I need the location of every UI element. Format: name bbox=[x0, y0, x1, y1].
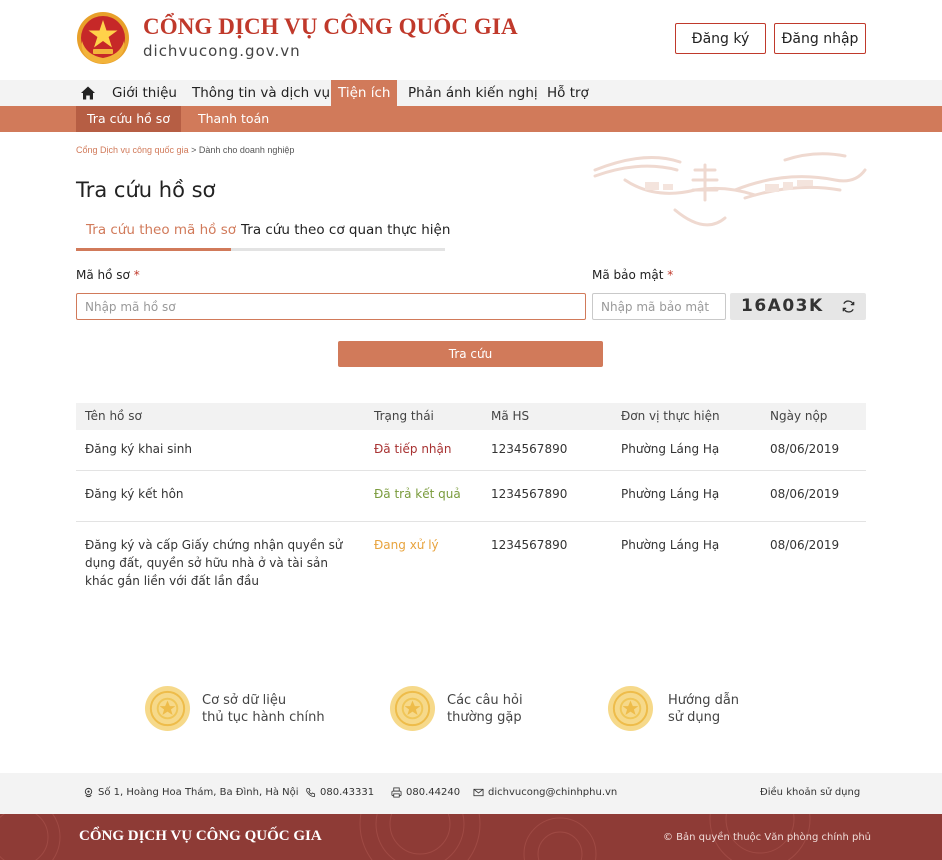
cell-date: 08/06/2019 bbox=[770, 538, 840, 552]
breadcrumb-home-link[interactable]: Cổng Dịch vụ công quốc gia bbox=[76, 145, 189, 155]
quick-link-text: Cơ sở dữ liệu thủ tục hành chính bbox=[202, 692, 325, 726]
status-badge: Đã trả kết quả bbox=[374, 487, 461, 501]
cell-date: 08/06/2019 bbox=[770, 442, 840, 456]
phone-icon bbox=[306, 787, 316, 798]
footer-brand: CỔNG DỊCH VỤ CÔNG QUỐC GIA bbox=[79, 828, 322, 844]
cell-name: Đăng ký và cấp Giấy chứng nhận quyền sử … bbox=[85, 538, 343, 588]
quick-link-user-guide[interactable]: Hướng dẫn sử dụng bbox=[607, 685, 757, 735]
email-icon bbox=[473, 788, 484, 797]
quick-link-procedures-db[interactable]: Cơ sở dữ liệu thủ tục hành chính bbox=[144, 685, 334, 735]
cell-code: 1234567890 bbox=[491, 538, 568, 552]
required-mark: * bbox=[667, 268, 674, 282]
nav-item-ho-tro[interactable]: Hỗ trợ bbox=[547, 80, 589, 106]
quick-link-text: Các câu hỏi thường gặp bbox=[447, 692, 523, 726]
nav-item-phan-anh-kien-nghi[interactable]: Phản ánh kiến nghị bbox=[408, 80, 538, 106]
fax-icon bbox=[391, 787, 402, 798]
quick-link-line1: Các câu hỏi bbox=[447, 693, 523, 708]
quick-link-line2: sử dụng bbox=[668, 710, 721, 725]
nav-item-gioi-thieu[interactable]: Giới thiệu bbox=[112, 80, 177, 106]
site-domain: dichvucong.gov.vn bbox=[143, 42, 301, 60]
captcha-code: 16A03K bbox=[741, 296, 824, 316]
table-row[interactable]: Đăng ký và cấp Giấy chứng nhận quyền sử … bbox=[76, 522, 866, 600]
table-header: Tên hồ sơ Trạng thái Mã HS Đơn vị thực h… bbox=[76, 403, 866, 430]
cell-unit: Phường Láng Hạ bbox=[621, 442, 720, 456]
cell-unit: Phường Láng Hạ bbox=[621, 538, 720, 552]
tab-search-by-agency[interactable]: Tra cứu theo cơ quan thực hiện bbox=[241, 222, 450, 251]
terms-link[interactable]: Điều khoản sử dụng bbox=[760, 787, 860, 798]
footer-email[interactable]: dichvucong@chinhphu.vn bbox=[473, 787, 617, 798]
column-header-code: Mã HS bbox=[491, 409, 530, 423]
breadcrumb-current: Dành cho doanh nghiệp bbox=[198, 145, 295, 155]
footer-address-text: Số 1, Hoàng Hoa Thám, Ba Đình, Hà Nội bbox=[98, 787, 299, 798]
captcha-input[interactable] bbox=[592, 293, 726, 320]
medal-icon bbox=[389, 685, 436, 732]
decorative-birds-pattern bbox=[593, 152, 867, 227]
breadcrumb-separator: > bbox=[188, 145, 199, 155]
cell-unit: Phường Láng Hạ bbox=[621, 487, 720, 501]
tab-search-by-code[interactable]: Tra cứu theo mã hồ sơ bbox=[76, 222, 236, 251]
register-button[interactable]: Đăng ký bbox=[675, 23, 766, 54]
subnav-item-tra-cuu-ho-so[interactable]: Tra cứu hồ sơ bbox=[76, 106, 181, 132]
code-label: Mã hồ sơ * bbox=[76, 268, 140, 282]
footer-phone-text: 080.43331 bbox=[320, 787, 375, 798]
quick-link-line2: thường gặp bbox=[447, 710, 522, 725]
footer-bottom: CỔNG DỊCH VỤ CÔNG QUỐC GIA © Bản quyền t… bbox=[0, 814, 942, 860]
sub-nav: Tra cứu hồ sơ Thanh toán bbox=[0, 106, 942, 132]
cell-date: 08/06/2019 bbox=[770, 487, 840, 501]
site-header: CỔNG DỊCH VỤ CÔNG QUỐC GIA dichvucong.go… bbox=[0, 0, 942, 80]
home-icon[interactable] bbox=[80, 85, 96, 101]
footer-address: Số 1, Hoàng Hoa Thám, Ba Đình, Hà Nội bbox=[83, 787, 299, 798]
column-header-status: Trạng thái bbox=[374, 409, 434, 423]
medal-icon bbox=[144, 685, 191, 732]
column-header-name: Tên hồ sơ bbox=[85, 409, 142, 423]
status-badge: Đang xử lý bbox=[374, 538, 439, 552]
required-mark: * bbox=[133, 268, 140, 282]
captcha-label-text: Mã bảo mật bbox=[592, 268, 664, 282]
location-icon bbox=[84, 787, 93, 798]
status-badge: Đã tiếp nhận bbox=[374, 442, 452, 456]
main-nav: Giới thiệu Thông tin và dịch vụ Tiện ích… bbox=[0, 80, 942, 106]
cell-name: Đăng ký khai sinh bbox=[85, 442, 192, 456]
footer-fax-text: 080.44240 bbox=[406, 787, 461, 798]
footer-phone: 080.43331 bbox=[305, 787, 374, 798]
footer-fax: 080.44240 bbox=[391, 787, 460, 798]
cell-code: 1234567890 bbox=[491, 442, 568, 456]
code-input[interactable] bbox=[76, 293, 586, 320]
quick-link-line1: Hướng dẫn bbox=[668, 693, 740, 708]
medal-icon bbox=[607, 685, 654, 732]
cell-code: 1234567890 bbox=[491, 487, 568, 501]
login-button[interactable]: Đăng nhập bbox=[774, 23, 866, 54]
breadcrumb: Cổng Dịch vụ công quốc gia > Dành cho do… bbox=[76, 145, 294, 155]
cell-name: Đăng ký kết hôn bbox=[85, 487, 184, 501]
site-title[interactable]: CỔNG DỊCH VỤ CÔNG QUỐC GIA bbox=[143, 14, 518, 40]
quick-link-line2: thủ tục hành chính bbox=[202, 710, 325, 725]
captcha-box: 16A03K bbox=[730, 293, 866, 320]
footer-contact-bar: Số 1, Hoàng Hoa Thám, Ba Đình, Hà Nội 08… bbox=[0, 773, 942, 814]
search-button[interactable]: Tra cứu bbox=[338, 341, 603, 367]
table-row[interactable]: Đăng ký kết hôn Đã trả kết quả 123456789… bbox=[76, 471, 866, 522]
column-header-date: Ngày nộp bbox=[770, 409, 828, 423]
quick-link-faq[interactable]: Các câu hỏi thường gặp bbox=[389, 685, 539, 735]
column-header-unit: Đơn vị thực hiện bbox=[621, 409, 720, 423]
code-label-text: Mã hồ sơ bbox=[76, 268, 130, 282]
nav-item-thong-tin-dich-vu[interactable]: Thông tin và dịch vụ bbox=[192, 80, 330, 106]
national-emblem-icon[interactable] bbox=[76, 11, 130, 65]
table-row[interactable]: Đăng ký khai sinh Đã tiếp nhận 123456789… bbox=[76, 430, 866, 471]
quick-link-line1: Cơ sở dữ liệu bbox=[202, 693, 287, 708]
subnav-item-thanh-toan[interactable]: Thanh toán bbox=[187, 106, 280, 132]
copyright-text: © Bản quyền thuộc Văn phòng chính phủ bbox=[663, 832, 871, 843]
page-title: Tra cứu hồ sơ bbox=[76, 178, 216, 202]
refresh-icon[interactable] bbox=[841, 299, 856, 314]
footer-email-text[interactable]: dichvucong@chinhphu.vn bbox=[488, 787, 617, 798]
nav-item-tien-ich[interactable]: Tiện ích bbox=[331, 80, 398, 106]
captcha-label: Mã bảo mật * bbox=[592, 268, 673, 282]
quick-link-text: Hướng dẫn sử dụng bbox=[668, 692, 739, 726]
